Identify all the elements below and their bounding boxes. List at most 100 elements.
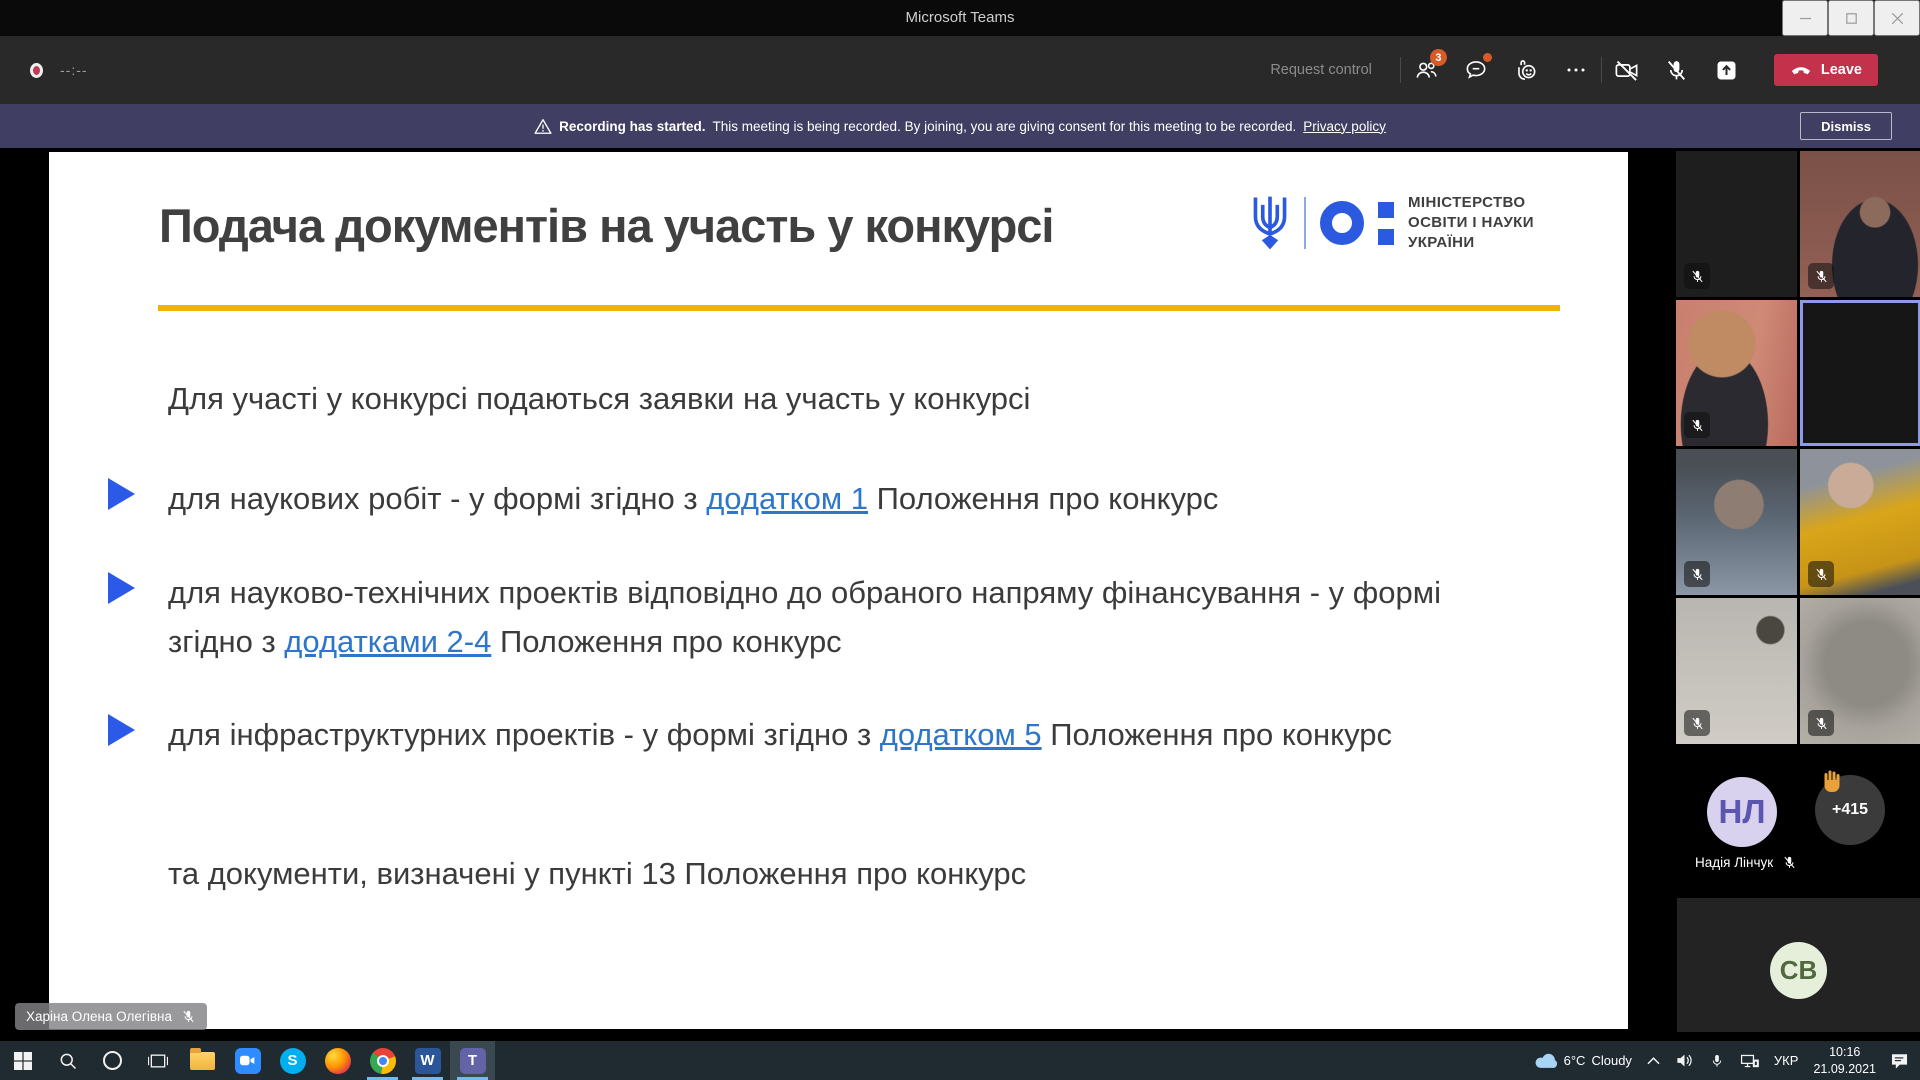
participant-video-tile[interactable] [1800,598,1920,744]
action-center-button[interactable] [1891,1053,1908,1069]
action-center-icon [1891,1053,1908,1069]
participant-video-tile[interactable] [1676,151,1797,297]
trident-icon [1250,192,1290,254]
slide-bullet-2: для науково-технічних проектів відповідн… [168,568,1533,666]
mic-muted-indicator [1684,263,1710,289]
weather-condition: Cloudy [1591,1053,1631,1068]
recording-banner: Recording has started. This meeting is b… [0,104,1920,148]
video-tiles-grid [1676,151,1920,744]
reactions-button[interactable] [1501,46,1551,94]
logo-divider [1304,197,1306,249]
minimize-button[interactable] [1782,0,1828,36]
tray-time: 10:16 [1829,1045,1860,1059]
participant-video-tile[interactable] [1676,598,1797,744]
privacy-policy-link[interactable]: Privacy policy [1303,119,1386,134]
handset-icon [1790,63,1812,77]
banner-text: This meeting is being recorded. By joini… [712,119,1296,134]
reactions-icon [1513,57,1539,83]
show-hidden-icons-button[interactable] [1647,1057,1660,1065]
system-tray: 6°C Cloudy УКР 10:16 21.09.2021 [1534,1044,1920,1077]
camera-toggle-button[interactable] [1602,46,1652,94]
participant-avatar[interactable]: НЛ [1707,777,1777,847]
request-control-button[interactable]: Request control [1270,62,1372,78]
zoom-app-button[interactable] [225,1041,270,1080]
chevron-up-icon [1647,1057,1660,1065]
language-indicator[interactable]: УКР [1774,1053,1799,1068]
cortana-button[interactable] [90,1041,135,1080]
participant-video-tile[interactable] [1676,300,1797,446]
banner-bold-text: Recording has started. [559,119,705,134]
share-icon [1713,57,1740,84]
start-button[interactable] [0,1041,45,1080]
slide-intro-text: Для участі у конкурсі подаються заявки н… [168,381,1030,417]
teams-icon: T [460,1048,486,1074]
chat-button[interactable] [1451,46,1501,94]
mic-muted-indicator [1684,412,1710,438]
chrome-button[interactable] [360,1041,405,1080]
participants-button[interactable]: 3 [1401,46,1451,94]
task-view-button[interactable] [135,1041,180,1080]
leave-button[interactable]: Leave [1774,54,1878,86]
search-button[interactable] [45,1041,90,1080]
word-icon: W [415,1048,441,1074]
mic-muted-indicator [1684,561,1710,587]
tray-date: 21.09.2021 [1813,1062,1876,1076]
warning-icon [534,118,552,135]
windows-logo-icon [14,1052,32,1070]
participant-video-tile[interactable] [1676,449,1797,595]
participant-video-tile[interactable] [1800,151,1920,297]
file-explorer-button[interactable] [180,1041,225,1080]
clock[interactable]: 10:16 21.09.2021 [1813,1044,1876,1077]
slide-bullet-1: для наукових робіт - у формі згідно з до… [168,474,1533,523]
window-titlebar: Microsoft Teams [0,0,1920,36]
weather-temp: 6°C [1564,1053,1586,1068]
participant-video-tile-active-speaker[interactable] [1800,300,1920,446]
network-icon [1740,1053,1759,1069]
camera-off-icon [1613,57,1640,84]
leave-button-label: Leave [1821,62,1862,78]
microphone-tray-button[interactable] [1709,1053,1725,1069]
word-button[interactable]: W [405,1041,450,1080]
cortana-icon [103,1051,122,1070]
bullet-triangle-icon [108,714,135,746]
chat-notification-dot [1483,53,1492,62]
skype-button[interactable]: S [270,1041,315,1080]
more-options-button[interactable] [1551,46,1601,94]
firefox-button[interactable] [315,1041,360,1080]
mic-off-icon [1664,58,1689,83]
participants-count-badge: 3 [1430,49,1447,66]
firefox-icon [325,1048,351,1074]
mic-toggle-button[interactable] [1652,46,1702,94]
overflow-participants-badge[interactable]: +415 [1815,775,1885,845]
volume-button[interactable] [1675,1052,1694,1069]
participant-name-row: Надія Лінчук [1695,855,1797,870]
task-view-icon [148,1052,168,1070]
window-title: Microsoft Teams [0,0,1920,36]
mic-icon [1709,1053,1725,1069]
weather-widget[interactable]: 6°C Cloudy [1534,1053,1632,1069]
bullet-triangle-icon [108,478,135,510]
close-button[interactable] [1874,0,1920,36]
ministry-colon-logo-icon [1378,202,1394,245]
participant-audio-tile[interactable]: СВ [1677,898,1920,1032]
maximize-button[interactable] [1828,0,1874,36]
ministry-o-logo-icon [1320,201,1364,245]
share-button[interactable] [1702,46,1752,94]
slide-outro-text: та документи, визначені у пункті 13 Поло… [168,856,1026,892]
slide-title: Подача документів на участь у конкурсі [159,198,1053,253]
overflow-count: +415 [1832,801,1868,819]
slide-bullet-3: для інфраструктурних проектів - у формі … [168,710,1533,759]
network-button[interactable] [1740,1053,1759,1069]
mic-off-icon [1782,855,1797,870]
participant-video-tile[interactable] [1800,449,1920,595]
slide-link-dodatkom-5[interactable]: додатком 5 [880,717,1042,752]
recording-indicator-icon [30,63,43,78]
mic-off-icon [181,1009,196,1024]
slide-link-dodatkamy-2-4[interactable]: додатками 2-4 [284,624,491,659]
shared-presentation-slide: Подача документів на участь у конкурсі М… [49,152,1628,1029]
title-underline-rule [158,305,1560,311]
participants-sidebar: НЛ +415 Надія Лінчук СВ [1673,148,1920,1041]
dismiss-button[interactable]: Dismiss [1800,112,1892,140]
slide-link-dodatkom-1[interactable]: додатком 1 [706,481,868,516]
teams-button[interactable]: T [450,1041,495,1080]
